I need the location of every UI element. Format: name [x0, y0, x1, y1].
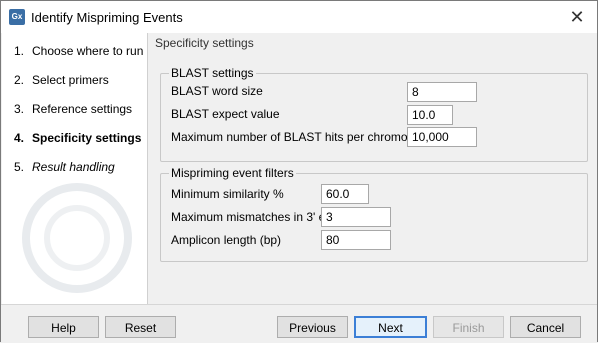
max-mismatches-input[interactable]	[321, 207, 391, 227]
watermark-logo-inner	[44, 205, 110, 271]
mispriming-filters-group: Mispriming event filters Minimum similar…	[160, 166, 588, 262]
blast-word-size-input[interactable]	[407, 82, 477, 102]
wizard-steps-sidebar: 1. Choose where to run 2. Select primers 3…	[2, 33, 148, 304]
main-panel: Specificity settings BLAST settings BLAS…	[148, 33, 597, 304]
min-similarity-label: Minimum similarity %	[171, 187, 284, 201]
max-blast-hits-label: Maximum number of BLAST hits per chromos…	[171, 130, 437, 144]
cancel-button[interactable]: Cancel	[510, 316, 581, 338]
amplicon-length-input[interactable]	[321, 230, 391, 250]
finish-button: Finish	[433, 316, 504, 338]
app-icon: Gx	[9, 9, 25, 25]
step-label: Choose where to run	[32, 44, 144, 58]
step-label: Result handling	[32, 160, 115, 174]
step-choose-where-to-run: 1. Choose where to run	[14, 44, 143, 58]
amplicon-length-label: Amplicon length (bp)	[171, 233, 282, 247]
mispriming-filters-legend: Mispriming event filters	[169, 166, 296, 180]
step-number: 4.	[14, 131, 25, 145]
next-button[interactable]: Next	[354, 316, 427, 338]
blast-settings-group: BLAST settings BLAST word size BLAST exp…	[160, 66, 588, 162]
max-blast-hits-input[interactable]	[407, 127, 477, 147]
dialog-window: Gx Identify Mispriming Events ✕ 1. Choose…	[0, 0, 598, 343]
blast-expect-value-label: BLAST expect value	[171, 107, 280, 121]
step-label: Select primers	[32, 73, 109, 87]
previous-button[interactable]: Previous	[277, 316, 348, 338]
step-label: Specificity settings	[32, 131, 142, 145]
step-select-primers: 2. Select primers	[14, 73, 109, 87]
step-reference-settings: 3. Reference settings	[14, 102, 132, 116]
blast-word-size-label: BLAST word size	[171, 84, 263, 98]
step-number: 1.	[14, 44, 25, 58]
blast-settings-legend: BLAST settings	[169, 66, 256, 80]
section-title: Specificity settings	[155, 36, 254, 50]
step-number: 2.	[14, 73, 25, 87]
window-title: Identify Mispriming Events	[31, 10, 183, 25]
reset-button[interactable]: Reset	[105, 316, 176, 338]
help-button[interactable]: Help	[28, 316, 99, 338]
step-number: 3.	[14, 102, 25, 116]
step-number: 5.	[14, 160, 25, 174]
button-bar: Help Reset Previous Next Finish Cancel	[1, 304, 597, 343]
min-similarity-input[interactable]	[321, 184, 369, 204]
max-mismatches-label: Maximum mismatches in 3' end	[171, 210, 339, 224]
close-icon[interactable]: ✕	[565, 5, 589, 29]
step-label: Reference settings	[32, 102, 133, 116]
step-specificity-settings: 4. Specificity settings	[14, 131, 141, 145]
title-bar: Gx Identify Mispriming Events ✕	[1, 1, 597, 33]
blast-expect-value-input[interactable]	[407, 105, 453, 125]
step-result-handling: 5. Result handling	[14, 160, 115, 174]
